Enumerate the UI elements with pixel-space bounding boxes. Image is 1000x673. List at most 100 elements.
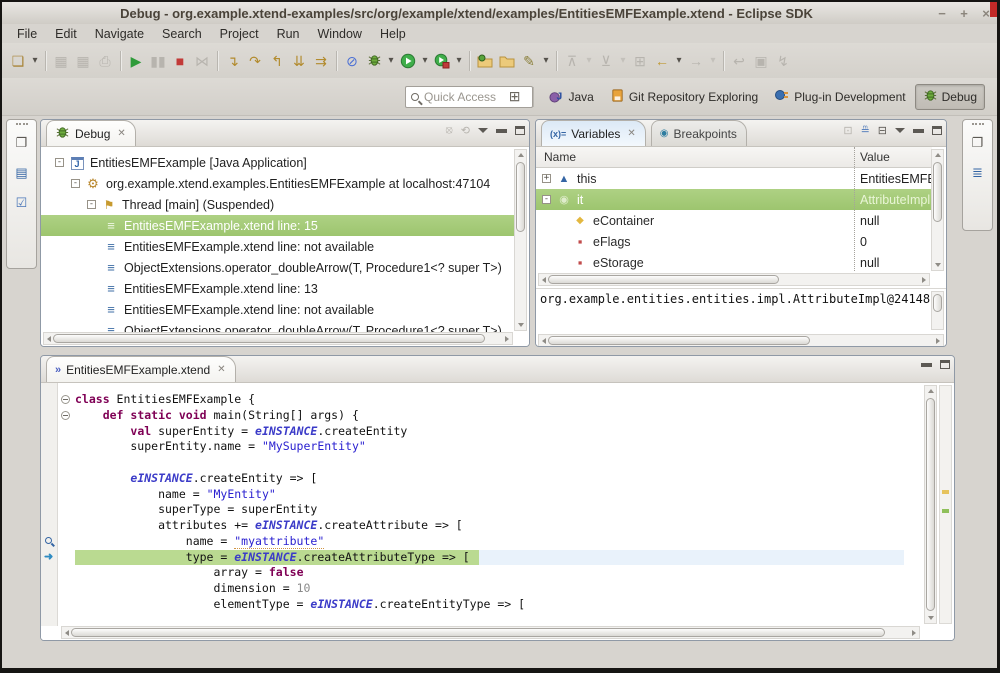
restore-view-icon[interactable]: ❐: [966, 131, 990, 155]
debug-tree-row[interactable]: -JEntitiesEMFExample [Java Application]: [41, 152, 515, 173]
view-menu-icon[interactable]: [895, 128, 905, 133]
open-perspective-button[interactable]: ⊞: [502, 85, 528, 108]
perspective-debug[interactable]: Debug: [915, 84, 985, 110]
debug-tree-row[interactable]: ≡EntitiesEMFExample.xtend line: 15: [41, 215, 515, 236]
minimize-view-icon[interactable]: [913, 129, 924, 133]
debug-tree-row[interactable]: ≡ObjectExtensions.operator_doubleArrow(T…: [41, 257, 515, 278]
variable-row[interactable]: +▲thisEntitiesEMFExa: [536, 168, 932, 189]
external-tools-dropdown-button[interactable]: ▾: [540, 49, 552, 73]
editor-horizontal-scrollbar[interactable]: [61, 626, 920, 639]
tree-expander[interactable]: -: [71, 179, 80, 188]
restore-view-icon[interactable]: ❐: [10, 131, 34, 155]
run-dropdown-button[interactable]: ▾: [419, 49, 431, 73]
perspective-pde[interactable]: Plug-in Development: [767, 85, 912, 108]
menu-run[interactable]: Run: [268, 26, 309, 42]
open-resource-button[interactable]: [496, 49, 518, 73]
maximize-view-icon[interactable]: [940, 360, 950, 369]
tab-breakpoints[interactable]: ◉ Breakpoints: [651, 120, 747, 146]
debug-tree-row[interactable]: -⚙org.example.xtend.examples.EntitiesEMF…: [41, 173, 515, 194]
resume-button[interactable]: ▶: [125, 49, 147, 73]
back-button[interactable]: ←: [651, 49, 673, 73]
column-name[interactable]: Name: [536, 150, 576, 164]
run-button[interactable]: [397, 49, 419, 73]
tasks-icon[interactable]: ☑: [10, 191, 34, 215]
menu-help[interactable]: Help: [371, 26, 415, 42]
open-plugin-artifact-button[interactable]: [474, 49, 496, 73]
close-icon[interactable]: ✕: [217, 364, 225, 375]
collapse-all-icon[interactable]: ⊟: [878, 124, 887, 137]
dock-grip[interactable]: [972, 123, 984, 125]
tab-editor-file[interactable]: » EntitiesEMFExample.xtend ✕: [46, 356, 236, 382]
show-type-names-icon[interactable]: ⊡: [843, 124, 852, 137]
close-icon[interactable]: ✕: [627, 128, 635, 139]
console-icon[interactable]: ▤: [10, 161, 34, 185]
titlebar[interactable]: Debug - org.example.xtend-examples/src/o…: [2, 2, 997, 24]
horizontal-sash[interactable]: [40, 347, 955, 355]
overview-marker-occurrence[interactable]: [942, 490, 949, 494]
variable-row[interactable]: -◉itAttributeImpl: [536, 189, 932, 210]
drop-to-frame-button[interactable]: ⇊: [288, 49, 310, 73]
show-logical-structure-icon[interactable]: ≞: [861, 124, 870, 137]
column-value[interactable]: Value: [860, 150, 890, 164]
terminate-button[interactable]: ■: [169, 49, 191, 73]
new-wizard-button[interactable]: ❏: [7, 49, 29, 73]
editor-vertical-scrollbar[interactable]: [924, 385, 937, 624]
fold-collapse-icon[interactable]: [61, 395, 70, 404]
skip-all-breakpoints-button[interactable]: ⊘: [341, 49, 363, 73]
perspective-git[interactable]: Git Repository Exploring: [603, 85, 765, 109]
menu-file[interactable]: File: [8, 26, 46, 42]
overview-ruler[interactable]: [939, 385, 952, 624]
menu-navigate[interactable]: Navigate: [86, 26, 153, 42]
maximize-view-icon[interactable]: [932, 126, 942, 135]
overview-marker-debug[interactable]: [942, 509, 949, 513]
variables-vertical-scrollbar[interactable]: [931, 149, 944, 271]
tab-debug[interactable]: Debug ✕: [46, 120, 136, 146]
annotation-ruler[interactable]: [41, 383, 58, 626]
debug-tree-row[interactable]: ≡EntitiesEMFExample.xtend line: 13: [41, 278, 515, 299]
step-return-button[interactable]: ↰: [266, 49, 288, 73]
maximize-window-button[interactable]: +: [953, 5, 975, 21]
tree-expander[interactable]: -: [542, 195, 551, 204]
variable-row[interactable]: ▪eStoragenull: [536, 252, 932, 271]
minimize-window-button[interactable]: −: [931, 5, 953, 21]
menu-edit[interactable]: Edit: [46, 26, 86, 42]
run-history-button[interactable]: [431, 49, 453, 73]
run-history-dropdown-button[interactable]: ▾: [453, 49, 465, 73]
detail-vertical-scrollbar[interactable]: [931, 291, 944, 330]
view-menu-icon[interactable]: [478, 128, 488, 133]
use-step-filters-button[interactable]: ⇉: [310, 49, 332, 73]
debug-tree[interactable]: -JEntitiesEMFExample [Java Application]-…: [41, 147, 529, 347]
debug-tree-row[interactable]: ≡EntitiesEMFExample.xtend line: not avai…: [41, 236, 515, 257]
tree-expander[interactable]: -: [87, 200, 96, 209]
dock-grip[interactable]: [16, 123, 28, 125]
new-wizard-dropdown-button[interactable]: ▾: [29, 49, 41, 73]
relaunch-icon[interactable]: ⟲: [461, 124, 470, 137]
debug-tree-row[interactable]: ≡EntitiesEMFExample.xtend line: not avai…: [41, 299, 515, 320]
detail-horizontal-scrollbar[interactable]: [538, 334, 944, 347]
menu-search[interactable]: Search: [153, 26, 211, 42]
menu-project[interactable]: Project: [211, 26, 268, 42]
tree-expander[interactable]: -: [55, 158, 64, 167]
menu-window[interactable]: Window: [309, 26, 371, 42]
fold-collapse-icon[interactable]: [61, 411, 70, 420]
remove-all-terminated-icon[interactable]: ⦻: [446, 124, 453, 137]
variable-row[interactable]: ▪eFlags0: [536, 231, 932, 252]
minimize-view-icon[interactable]: [496, 129, 507, 133]
variables-table[interactable]: Name Value +▲thisEntitiesEMFExa-◉itAttri…: [536, 147, 932, 271]
debug-tree-row[interactable]: ≡ObjectExtensions.operator_doubleArrow(T…: [41, 320, 515, 332]
variable-detail-pane[interactable]: org.example.entities.entities.impl.Attri…: [536, 288, 946, 332]
debug-horizontal-scrollbar[interactable]: [43, 332, 513, 345]
back-dropdown-button[interactable]: ▾: [673, 49, 685, 73]
tree-expander[interactable]: +: [542, 174, 551, 183]
external-tools-button[interactable]: ✎: [518, 49, 540, 73]
step-into-button[interactable]: ↴: [222, 49, 244, 73]
minimize-view-icon[interactable]: [921, 363, 932, 367]
tab-variables[interactable]: (x)= Variables ✕: [541, 120, 646, 146]
variable-row[interactable]: ◆eContainernull: [536, 210, 932, 231]
debug-vertical-scrollbar[interactable]: [514, 149, 527, 331]
close-icon[interactable]: ✕: [117, 128, 125, 139]
column-divider[interactable]: [854, 147, 855, 271]
debug-dropdown-button[interactable]: ▾: [385, 49, 397, 73]
debug-tree-row[interactable]: -⚑Thread [main] (Suspended): [41, 194, 515, 215]
debug-button[interactable]: [363, 49, 385, 73]
